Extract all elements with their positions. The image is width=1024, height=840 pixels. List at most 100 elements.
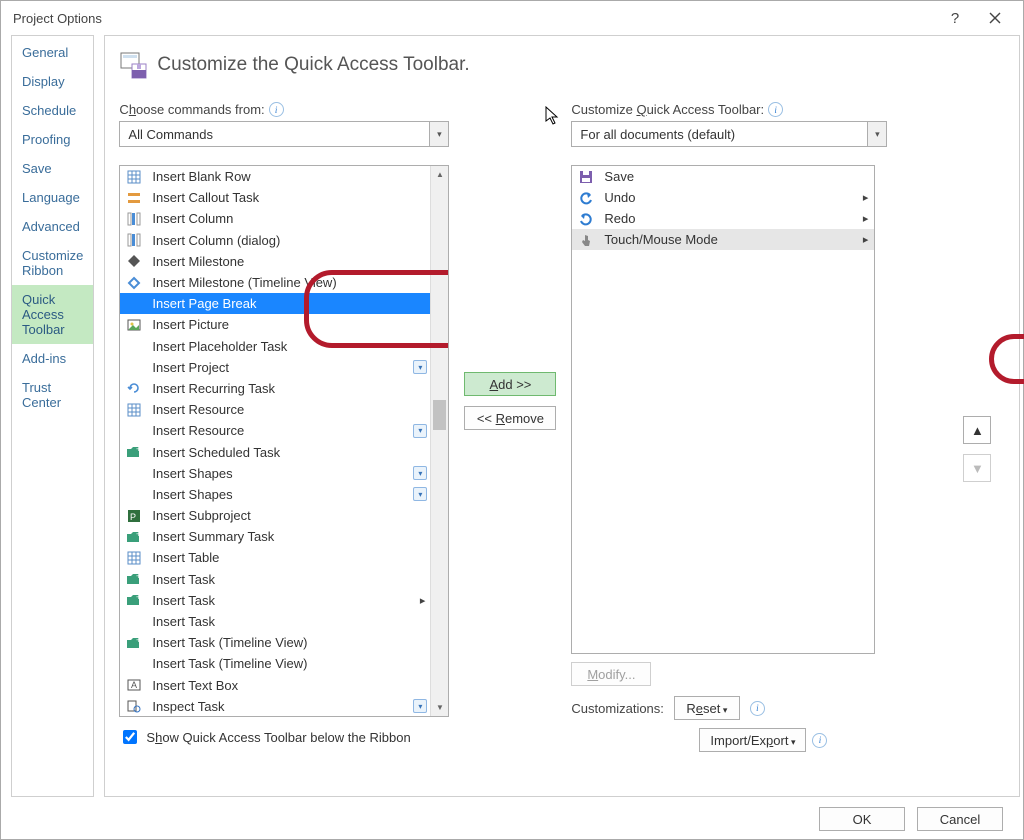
customize-qat-combo[interactable]: For all documents (default) bbox=[571, 121, 887, 147]
blank-icon bbox=[126, 338, 142, 354]
import-export-button[interactable]: Import/Export bbox=[699, 728, 806, 752]
nav-item-general[interactable]: General bbox=[12, 38, 93, 67]
info-icon[interactable]: i bbox=[812, 733, 827, 748]
command-item[interactable]: P Insert Subproject bbox=[120, 505, 431, 526]
command-label: Insert Task bbox=[152, 572, 215, 587]
nav-item-quick-access-toolbar[interactable]: Quick Access Toolbar bbox=[12, 285, 93, 344]
choose-commands-combo[interactable]: All Commands bbox=[119, 121, 449, 147]
svg-text:+: + bbox=[136, 572, 141, 581]
command-item[interactable]: Insert Task bbox=[120, 611, 431, 632]
help-button[interactable]: ? bbox=[935, 4, 975, 32]
command-item[interactable]: Insert Page Break bbox=[120, 293, 431, 314]
command-label: Insert Subproject bbox=[152, 508, 250, 523]
nav-item-display[interactable]: Display bbox=[12, 67, 93, 96]
command-item[interactable]: Insert Placeholder Task bbox=[120, 336, 431, 357]
command-item[interactable]: +Insert Task (Timeline View) bbox=[120, 632, 431, 653]
command-item[interactable]: Insert Resource bbox=[120, 399, 431, 420]
col-icon bbox=[126, 211, 142, 227]
command-item[interactable]: +Insert Scheduled Task bbox=[120, 441, 431, 462]
command-item[interactable]: Insert Picture bbox=[120, 314, 431, 335]
remove-button[interactable]: << Remove bbox=[464, 406, 556, 430]
command-item[interactable]: Insert Task (Timeline View) bbox=[120, 653, 431, 674]
available-commands-listbox[interactable]: Insert Blank RowInsert Callout Task Inser… bbox=[119, 165, 449, 717]
commands-list: Insert Blank RowInsert Callout Task Inser… bbox=[120, 166, 431, 716]
command-label: Insert Picture bbox=[152, 317, 229, 332]
checkbox-input[interactable] bbox=[123, 730, 137, 744]
command-item[interactable]: Insert Project bbox=[120, 357, 431, 378]
nav-item-schedule[interactable]: Schedule bbox=[12, 96, 93, 125]
add-button[interactable]: Add >> bbox=[464, 372, 556, 396]
command-item[interactable]: Inspect Task bbox=[120, 696, 431, 717]
command-item[interactable]: Insert Column (dialog) bbox=[120, 230, 431, 251]
command-item[interactable]: +Insert Task bbox=[120, 590, 431, 611]
move-down-button[interactable]: ▼ bbox=[963, 454, 991, 482]
command-item[interactable]: Insert Blank Row bbox=[120, 166, 431, 187]
command-item[interactable]: +Insert Summary Task bbox=[120, 526, 431, 547]
svg-text:P: P bbox=[130, 512, 136, 522]
dropdown-split-icon[interactable] bbox=[413, 487, 427, 501]
svg-text:A: A bbox=[131, 680, 137, 690]
command-item[interactable]: Insert Shapes bbox=[120, 463, 431, 484]
category-nav: GeneralDisplayScheduleProofingSaveLangua… bbox=[11, 35, 94, 797]
scroll-up-button[interactable] bbox=[431, 166, 448, 183]
main-panel: Customize the Quick Access Toolbar. Choo… bbox=[104, 35, 1020, 797]
scroll-down-button[interactable] bbox=[431, 699, 448, 716]
dropdown-split-icon[interactable] bbox=[413, 466, 427, 480]
info-icon[interactable]: i bbox=[269, 102, 284, 117]
command-item[interactable]: Insert Shapes bbox=[120, 484, 431, 505]
qat-item[interactable]: Save bbox=[572, 166, 874, 187]
dropdown-split-icon[interactable] bbox=[413, 699, 427, 713]
reset-button[interactable]: Reset bbox=[674, 696, 740, 720]
save-icon bbox=[578, 169, 594, 185]
customize-qat-value: For all documents (default) bbox=[580, 127, 735, 142]
nav-item-customize-ribbon[interactable]: Customize Ribbon bbox=[12, 241, 93, 285]
nav-item-proofing[interactable]: Proofing bbox=[12, 125, 93, 154]
command-item[interactable]: AInsert Text Box bbox=[120, 675, 431, 696]
info-icon[interactable]: i bbox=[768, 102, 783, 117]
info-icon[interactable]: i bbox=[750, 701, 765, 716]
nav-item-save[interactable]: Save bbox=[12, 154, 93, 183]
scroll-track[interactable] bbox=[431, 183, 448, 699]
qat-header-icon bbox=[119, 50, 149, 80]
show-qat-below-ribbon-checkbox[interactable]: Show Quick Access Toolbar below the Ribb… bbox=[119, 727, 449, 747]
dropdown-split-icon[interactable] bbox=[413, 424, 427, 438]
qat-item[interactable]: Undo bbox=[572, 187, 874, 208]
command-item[interactable]: Insert Milestone bbox=[120, 251, 431, 272]
modify-button[interactable]: Modify... bbox=[571, 662, 651, 686]
move-up-button[interactable]: ▲ bbox=[963, 416, 991, 444]
command-label: Insert Column bbox=[152, 211, 233, 226]
cancel-button[interactable]: Cancel bbox=[917, 807, 1003, 831]
current-qat-listbox[interactable]: SaveUndoRedo Touch/Mouse Mode bbox=[571, 165, 875, 654]
close-button[interactable] bbox=[975, 4, 1015, 32]
dropdown-split-icon[interactable] bbox=[413, 360, 427, 374]
command-label: Insert Milestone (Timeline View) bbox=[152, 275, 336, 290]
nav-item-add-ins[interactable]: Add-ins bbox=[12, 344, 93, 373]
project-options-dialog: Project Options ? GeneralDisplaySchedule… bbox=[0, 0, 1024, 840]
qat-item[interactable]: Redo bbox=[572, 208, 874, 229]
command-item[interactable]: Insert Milestone (Timeline View) bbox=[120, 272, 431, 293]
ok-button[interactable]: OK bbox=[819, 807, 905, 831]
undo-icon bbox=[578, 190, 594, 206]
command-label: Insert Task bbox=[152, 593, 215, 608]
grid-icon bbox=[126, 402, 142, 418]
col-icon bbox=[126, 232, 142, 248]
command-item[interactable]: Insert Column bbox=[120, 208, 431, 229]
scroll-thumb[interactable] bbox=[433, 400, 446, 430]
command-label: Insert Project bbox=[152, 360, 229, 375]
qat-item[interactable]: Touch/Mouse Mode bbox=[572, 229, 874, 250]
nav-item-trust-center[interactable]: Trust Center bbox=[12, 373, 93, 417]
blank-icon bbox=[126, 296, 142, 312]
chevron-down-icon bbox=[429, 122, 448, 146]
command-item[interactable]: Insert Resource bbox=[120, 420, 431, 441]
pic-icon bbox=[126, 317, 142, 333]
command-item[interactable]: + Insert Task bbox=[120, 569, 431, 590]
title-bar: Project Options ? bbox=[1, 1, 1023, 35]
nav-item-language[interactable]: Language bbox=[12, 183, 93, 212]
command-item[interactable]: Insert Table bbox=[120, 547, 431, 568]
scrollbar[interactable] bbox=[430, 166, 448, 716]
command-item[interactable]: Insert Callout Task bbox=[120, 187, 431, 208]
command-item[interactable]: Insert Recurring Task bbox=[120, 378, 431, 399]
qat-label: Touch/Mouse Mode bbox=[604, 232, 717, 247]
nav-item-advanced[interactable]: Advanced bbox=[12, 212, 93, 241]
bars-icon bbox=[126, 190, 142, 206]
